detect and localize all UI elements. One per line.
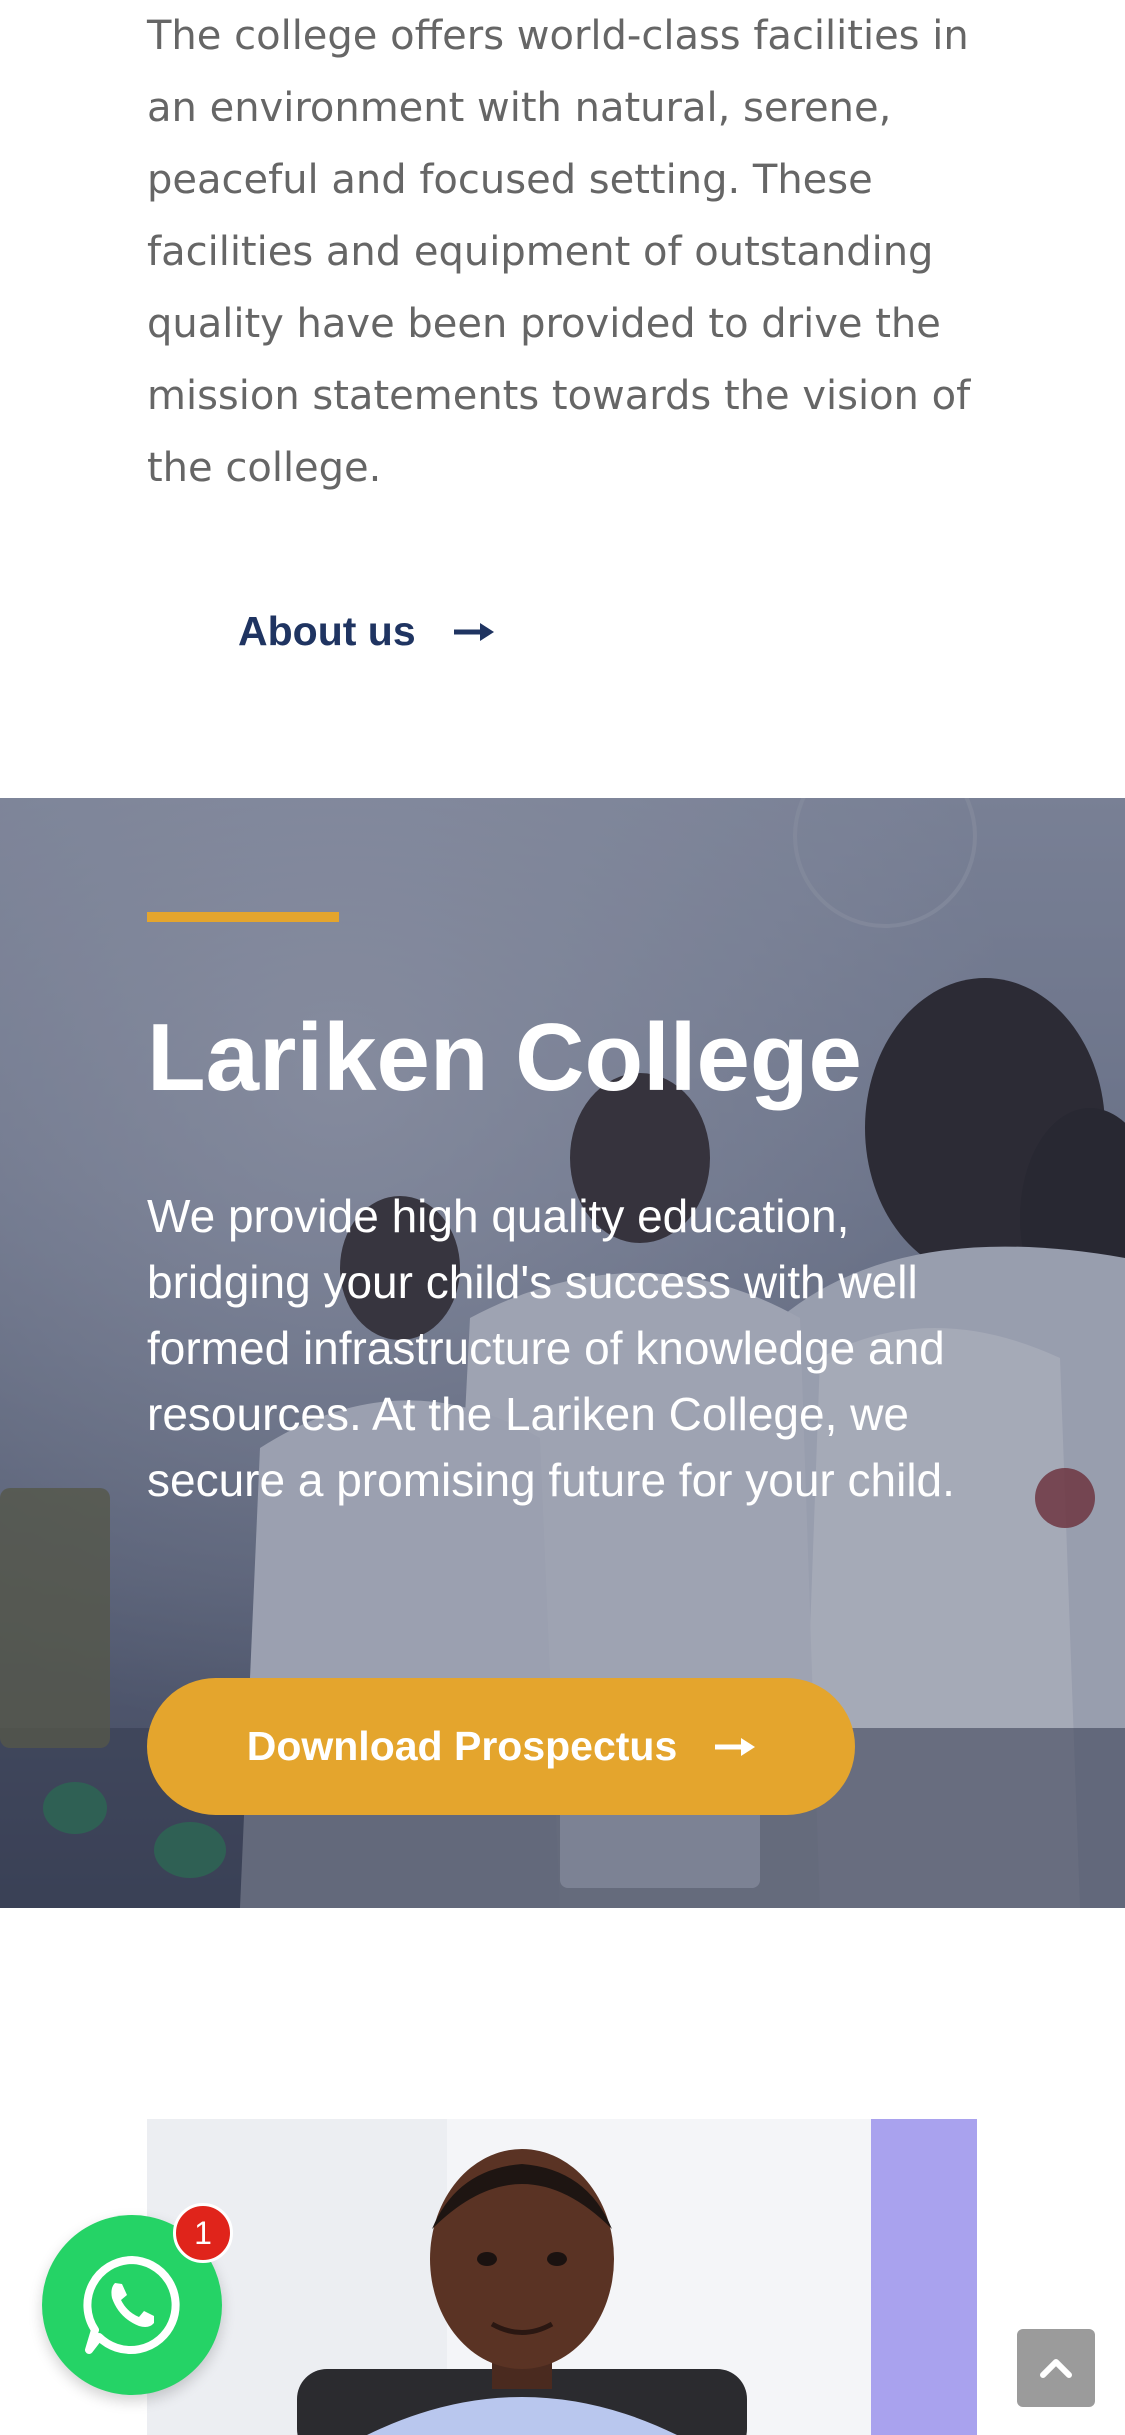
- about-us-link[interactable]: About us: [238, 608, 494, 655]
- about-us-label: About us: [238, 608, 416, 654]
- hero-title: Lariken College: [147, 1004, 862, 1111]
- intro-section: The college offers world-class facilitie…: [0, 0, 1125, 798]
- portrait-illustration: [147, 2119, 977, 2435]
- notification-badge: 1: [173, 2203, 233, 2263]
- intro-paragraph: The college offers world-class facilitie…: [147, 13, 971, 491]
- download-prospectus-button[interactable]: Download Prospectus: [147, 1678, 855, 1815]
- hero-section: Lariken College We provide high quality …: [0, 798, 1125, 1908]
- hero-accent-bar: [147, 912, 339, 922]
- arrow-right-icon: [715, 1737, 756, 1756]
- hero-description: We provide high quality education, bridg…: [147, 1190, 955, 1506]
- scroll-to-top-button[interactable]: [1017, 2329, 1095, 2407]
- arrow-right-icon: [453, 622, 494, 641]
- whatsapp-icon: [83, 2256, 180, 2354]
- download-prospectus-label: Download Prospectus: [246, 1723, 678, 1769]
- chevron-up-icon: [1040, 2359, 1072, 2378]
- staff-portrait: [147, 2119, 977, 2435]
